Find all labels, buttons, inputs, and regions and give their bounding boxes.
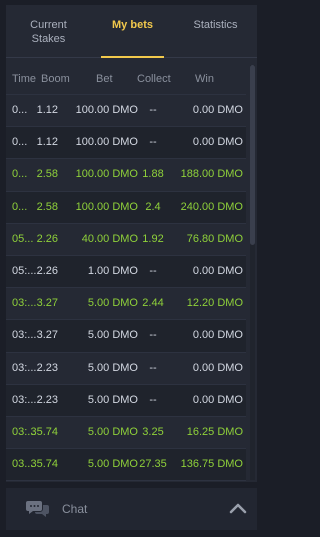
cell-win: 0.00 DMO <box>192 361 243 374</box>
table-row: 03:... 2.23 5.00 DMO -- 0.00 DMO <box>6 383 246 416</box>
tab-statistics[interactable]: Statistics <box>174 5 257 57</box>
table-scrollbar[interactable] <box>250 65 255 480</box>
chevron-up-icon[interactable] <box>229 501 247 515</box>
cell-bet: 100.00 DMO <box>75 136 138 149</box>
bets-panel: Current Stakes My bets Statistics Time B… <box>6 5 257 482</box>
chat-label: Chat <box>62 502 88 516</box>
tab-current-stakes[interactable]: Current Stakes <box>6 5 91 57</box>
bets-table-body: 0... 1.12 100.00 DMO -- 0.00 DMO 0... 1.12 100.… <box>6 94 246 482</box>
table-row: 03...30.501.00 DMO3.503.50 DMO <box>6 480 246 482</box>
cell-collect: 27.35 <box>139 458 167 471</box>
cell-boom: 35.74 <box>30 425 58 438</box>
cell-time: 03:... <box>12 393 37 406</box>
cell-boom: 1.12 <box>36 136 58 149</box>
cell-boom: 2.23 <box>36 393 58 406</box>
cell-time: 03:... <box>12 361 37 374</box>
cell-win: 0.00 DMO <box>192 329 243 342</box>
table-row: 05:... 2.26 1.00 DMO -- 0.00 DMO <box>6 254 246 288</box>
cell-collect: 2.44 <box>142 297 164 310</box>
cell-time: 03:... <box>12 297 37 310</box>
cell-boom: 2.26 <box>36 264 58 277</box>
table-row: 03:... 2.23 5.00 DMO -- 0.00 DMO <box>6 351 246 384</box>
chat-bar[interactable]: Chat <box>6 488 257 530</box>
tab-current-stakes-line1: Current <box>30 19 67 31</box>
cell-bet: 100.00 DMO <box>75 200 138 213</box>
cell-collect: 1.92 <box>142 232 164 245</box>
cell-win: 240.00 DMO <box>180 200 243 213</box>
cell-win: 16.25 DMO <box>186 425 243 438</box>
cell-boom: 2.23 <box>36 361 58 374</box>
active-tab-indicator <box>101 56 164 58</box>
cell-boom: 1.12 <box>36 104 58 116</box>
cell-time: 0... <box>12 200 28 213</box>
header-bet: Bet <box>96 73 113 85</box>
cell-bet: 5.00 DMO <box>87 361 138 374</box>
header-collect: Collect <box>137 73 171 85</box>
cell-boom: 3.27 <box>36 297 58 310</box>
cell-bet: 5.00 DMO <box>87 458 138 471</box>
table-row: 0... 2.58 100.00 DMO 1.88 188.00 DMO <box>6 158 246 190</box>
table-row: 0... 1.12 100.00 DMO -- 0.00 DMO <box>6 126 246 159</box>
cell-collect: -- <box>149 361 157 374</box>
cell-time: 03:... <box>12 329 37 342</box>
table-row: 03:... 35.74 5.00 DMO 3.25 16.25 DMO <box>6 415 246 448</box>
cell-win: 0.00 DMO <box>192 393 243 406</box>
cell-collect: 3.25 <box>142 425 164 438</box>
header-win: Win <box>195 73 214 85</box>
cell-win: 76.80 DMO <box>186 232 243 245</box>
cell-collect: -- <box>149 136 157 149</box>
cell-collect: 1.88 <box>142 168 164 181</box>
cell-win: 12.20 DMO <box>186 297 243 310</box>
table-row: 0... 2.58 100.00 DMO 2.4 240.00 DMO <box>6 190 246 223</box>
tab-bar: Current Stakes My bets Statistics <box>6 5 257 58</box>
cell-time: 0... <box>12 104 28 116</box>
cell-bet: 5.00 DMO <box>87 425 138 438</box>
tab-my-bets[interactable]: My bets <box>91 5 174 58</box>
tab-statistics-label: Statistics <box>193 19 238 31</box>
table-row: 03:... 3.27 5.00 DMO 2.44 12.20 DMO <box>6 287 246 319</box>
cell-collect: -- <box>149 264 157 277</box>
cell-collect: 2.4 <box>145 200 161 213</box>
cell-collect: -- <box>149 329 157 342</box>
cell-boom: 2.58 <box>36 200 58 213</box>
cell-boom: 3.27 <box>36 329 58 342</box>
table-row: 05... 2.26 40.00 DMO 1.92 76.80 DMO <box>6 222 246 255</box>
header-time: Time <box>12 73 37 85</box>
tab-my-bets-label: My bets <box>112 19 153 31</box>
cell-bet: 40.00 DMO <box>81 232 138 245</box>
cell-time: 05:... <box>12 264 37 277</box>
cell-time: 0... <box>12 136 28 149</box>
cell-bet: 5.00 DMO <box>87 297 138 310</box>
scrollbar-thumb[interactable] <box>250 65 255 245</box>
cell-win: 188.00 DMO <box>180 168 243 181</box>
cell-bet: 100.00 DMO <box>75 104 138 116</box>
table-row: 0... 1.12 100.00 DMO -- 0.00 DMO <box>6 94 246 126</box>
tab-current-stakes-line2: Stakes <box>31 33 66 45</box>
cell-collect: -- <box>149 393 157 406</box>
chat-bubbles-icon <box>26 501 49 517</box>
cell-win: 0.00 DMO <box>192 104 243 116</box>
header-boom: Boom <box>41 73 70 85</box>
cell-win: 0.00 DMO <box>192 136 243 149</box>
cell-time: 0... <box>12 168 28 181</box>
table-row: 03:... 3.27 5.00 DMO -- 0.00 DMO <box>6 319 246 352</box>
table-header: Time Boom Bet Collect Win <box>6 65 246 93</box>
cell-boom: 2.26 <box>36 232 58 245</box>
table-row: 03... 35.74 5.00 DMO 27.35 136.75 DMO <box>6 448 246 481</box>
cell-bet: 5.00 DMO <box>87 393 138 406</box>
cell-time: 05... <box>12 232 34 245</box>
cell-boom: 35.74 <box>30 458 58 471</box>
cell-win: 0.00 DMO <box>192 264 243 277</box>
cell-bet: 1.00 DMO <box>87 264 138 277</box>
cell-collect: -- <box>149 104 157 116</box>
cell-bet: 100.00 DMO <box>75 168 138 181</box>
cell-bet: 5.00 DMO <box>87 329 138 342</box>
cell-win: 136.75 DMO <box>180 458 243 471</box>
cell-boom: 2.58 <box>36 168 58 181</box>
